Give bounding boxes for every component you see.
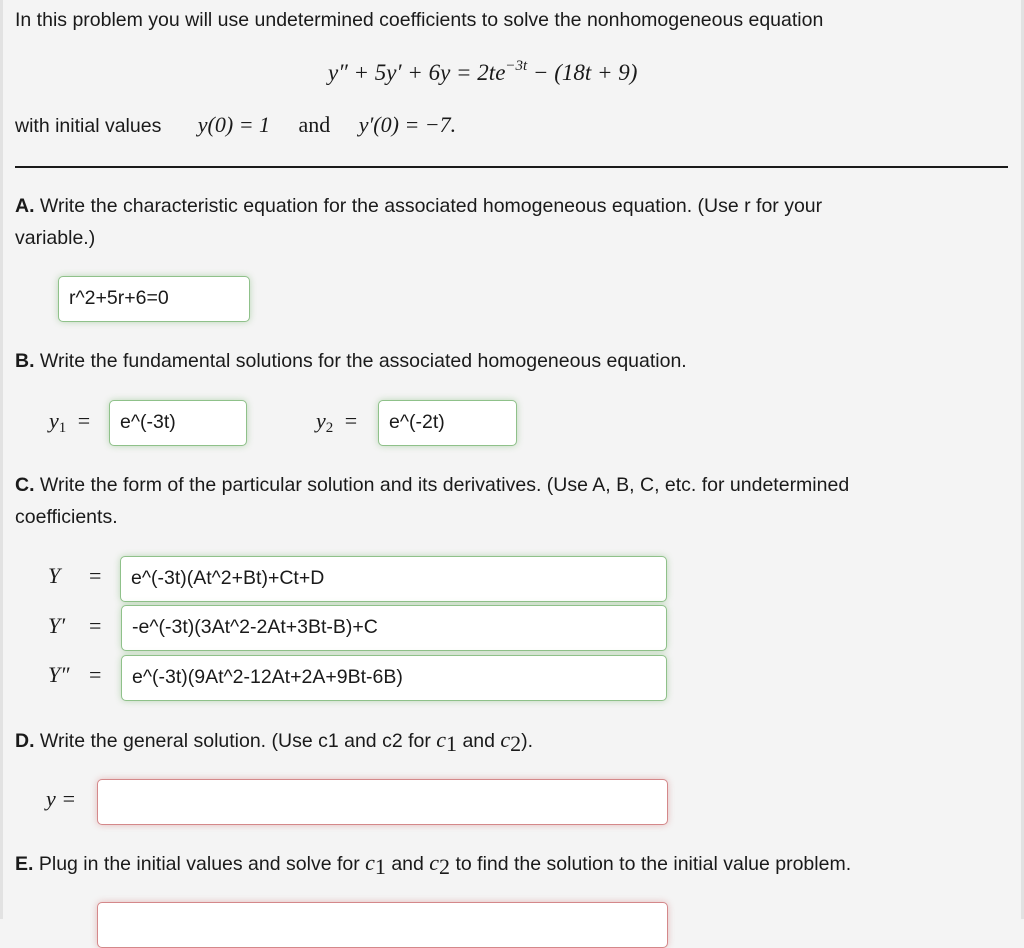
part-d-letter: D.: [15, 730, 35, 752]
Y-label: Y: [48, 563, 61, 588]
part-b-letter: B.: [15, 350, 35, 372]
particular-solution-input[interactable]: e^(-3t)(At^2+Bt)+Ct+D: [120, 556, 667, 602]
equation-rhs-tail: − (18t + 9): [527, 60, 638, 85]
first-derivative-input[interactable]: -e^(-3t)(3At^2-2At+3Bt-B)+C: [121, 605, 667, 651]
equation-exponent: −3t: [505, 58, 528, 74]
equation-lhs: y″ + 5y′ + 6y = 2te: [328, 60, 506, 85]
part-a-prompt: A. Write the characteristic equation for…: [15, 191, 822, 222]
Y-double-prime-equals: =: [89, 662, 102, 687]
part-e-prompt: E. Plug in the initial values and solve …: [15, 850, 852, 879]
second-derivative-input[interactable]: e^(-3t)(9At^2-12At+2A+9Bt-6B): [121, 655, 667, 701]
part-c-prompt-text: Write the form of the particular solutio…: [34, 474, 850, 496]
part-a-letter: A.: [15, 195, 35, 217]
divider: [15, 166, 1008, 168]
left-border: [0, 0, 3, 919]
general-solution-input[interactable]: [97, 779, 668, 825]
part-c-prompt: C. Write the form of the particular solu…: [15, 470, 849, 501]
part-d-prompt: D. Write the general solution. (Use c1 a…: [15, 727, 534, 756]
y2-input[interactable]: e^(-2t): [378, 400, 517, 446]
part-a-prompt-line2: variable.): [15, 227, 96, 249]
Y-double-prime-label: Y″: [48, 662, 70, 687]
Y-equals: =: [89, 563, 102, 588]
part-c-prompt-line2: coefficients.: [15, 506, 118, 528]
general-solution-label: y =: [46, 786, 77, 811]
initial-values-label: with initial values: [15, 115, 162, 137]
Y-prime-label: Y′: [48, 613, 66, 638]
characteristic-equation-input[interactable]: r^2+5r+6=0: [58, 276, 250, 322]
part-b-prompt-text: Write the fundamental solutions for the …: [34, 350, 687, 372]
y2-label: y2 =: [316, 408, 358, 436]
initial-value-1: y(0) = 1: [197, 112, 271, 137]
y1-input[interactable]: e^(-3t): [109, 400, 247, 446]
part-e-letter: E.: [15, 853, 34, 875]
main-equation: y″ + 5y′ + 6y = 2te−3t − (18t + 9): [328, 58, 638, 86]
initial-value-2: y′(0) = −7.: [358, 112, 457, 137]
part-c-letter: C.: [15, 474, 35, 496]
initial-values: with initial values y(0) = 1 and y′(0) =…: [15, 112, 456, 138]
part-a-prompt-text: Write the characteristic equation for th…: [34, 195, 823, 217]
part-b-prompt: B. Write the fundamental solutions for t…: [15, 346, 687, 377]
Y-prime-equals: =: [89, 613, 102, 638]
ivp-solution-input[interactable]: [97, 902, 668, 948]
intro-text: In this problem you will use undetermine…: [15, 9, 824, 31]
and-word: and: [298, 112, 331, 137]
y1-label: y1 =: [49, 408, 91, 436]
